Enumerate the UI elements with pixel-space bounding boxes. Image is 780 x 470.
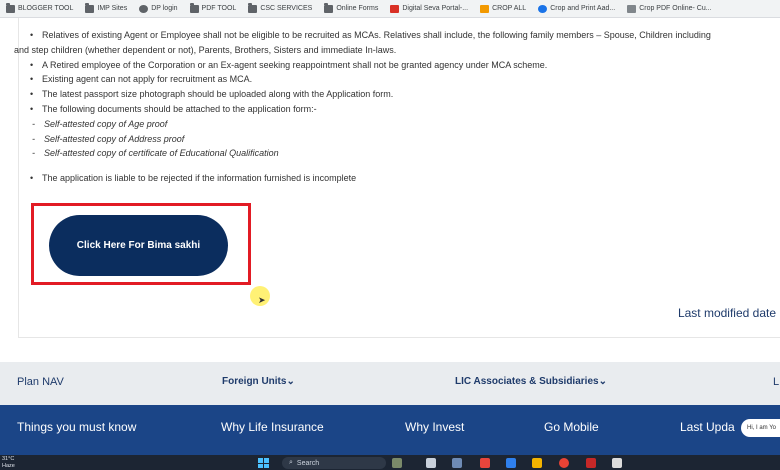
list-item: The application is liable to be rejected… bbox=[28, 171, 780, 186]
list-item: and step children (whether dependent or … bbox=[14, 44, 397, 55]
taskbar: 31°C Haze ⌕ Search bbox=[0, 455, 780, 470]
bookmark-item[interactable]: Crop PDF Online- Cu... bbox=[621, 0, 717, 17]
things-you-must-know-link[interactable]: Things you must know bbox=[17, 420, 136, 434]
folder-icon bbox=[248, 2, 258, 13]
file-explorer-icon[interactable] bbox=[532, 458, 542, 468]
footer-link-cut[interactable]: L bbox=[773, 376, 779, 388]
bookmark-item[interactable]: Online Forms bbox=[318, 0, 384, 17]
chrome-icon[interactable] bbox=[559, 458, 569, 468]
chevron-down-icon: ⌄ bbox=[598, 376, 607, 387]
favicon-icon bbox=[390, 4, 400, 13]
bookmark-item[interactable]: DP login bbox=[133, 0, 183, 17]
last-modified-label: Last modified date bbox=[677, 306, 776, 320]
bookmark-item[interactable]: CSC SERVICES bbox=[242, 0, 318, 17]
list-item: Relatives of existing Agent or Employee … bbox=[28, 28, 780, 43]
globe-icon bbox=[139, 4, 149, 13]
app-icon[interactable] bbox=[452, 458, 462, 468]
list-item: The following documents should be attach… bbox=[28, 102, 780, 117]
edge-icon[interactable] bbox=[506, 458, 516, 468]
bima-sakhi-button[interactable]: Click Here For Bima sakhi bbox=[49, 215, 228, 276]
search-icon: ⌕ bbox=[289, 459, 293, 466]
list-item: Existing agent can not apply for recruit… bbox=[28, 72, 780, 87]
footer-links-light: Plan NAV Foreign Units⌄ LIC Associates &… bbox=[0, 362, 780, 405]
bookmarks-bar: BLOGGER TOOL IMP Sites DP login PDF TOOL… bbox=[0, 0, 780, 18]
cursor-icon: ➤ bbox=[258, 295, 266, 305]
favicon-icon bbox=[538, 4, 548, 13]
app-icon[interactable] bbox=[612, 458, 622, 468]
folder-icon bbox=[189, 2, 199, 13]
bookmark-item[interactable]: BLOGGER TOOL bbox=[0, 0, 79, 17]
folder-icon bbox=[324, 2, 334, 13]
foreign-units-dropdown[interactable]: Foreign Units⌄ bbox=[222, 376, 295, 387]
bookmark-item[interactable]: CROP ALL bbox=[474, 0, 532, 17]
document-item: Self-attested copy of certificate of Edu… bbox=[28, 146, 780, 161]
document-item: Self-attested copy of Address proof bbox=[28, 132, 780, 147]
page-content: Relatives of existing Agent or Employee … bbox=[0, 18, 780, 362]
footer-links-dark: Things you must know Why Life Insurance … bbox=[0, 405, 780, 455]
favicon-icon bbox=[627, 4, 637, 13]
windows-start-icon[interactable] bbox=[258, 458, 269, 468]
eligibility-rules-list: Relatives of existing Agent or Employee … bbox=[14, 28, 780, 186]
bookmark-item[interactable]: IMP Sites bbox=[79, 0, 133, 17]
weather-widget[interactable]: 31°C Haze bbox=[2, 456, 15, 469]
folder-icon bbox=[6, 2, 15, 13]
app-icon[interactable] bbox=[480, 458, 490, 468]
bookmark-item[interactable]: Digital Seva Portal-... bbox=[384, 0, 474, 17]
chevron-down-icon: ⌄ bbox=[286, 376, 295, 387]
document-item: Self-attested copy of Age proof bbox=[28, 117, 780, 132]
list-item: The latest passport size photograph shou… bbox=[28, 87, 780, 102]
app-icon[interactable] bbox=[586, 458, 596, 468]
why-life-insurance-link[interactable]: Why Life Insurance bbox=[221, 420, 324, 434]
go-mobile-link[interactable]: Go Mobile bbox=[544, 420, 599, 434]
widget-icon[interactable] bbox=[392, 458, 402, 468]
chat-widget[interactable]: Hi, I am Yo bbox=[741, 419, 780, 437]
list-item: A Retired employee of the Corporation or… bbox=[28, 58, 780, 73]
folder-icon bbox=[85, 2, 95, 13]
bookmark-item[interactable]: PDF TOOL bbox=[184, 0, 243, 17]
why-invest-link[interactable]: Why Invest bbox=[405, 420, 464, 434]
task-view-icon[interactable] bbox=[426, 458, 436, 468]
favicon-icon bbox=[480, 4, 490, 13]
plan-nav-link[interactable]: Plan NAV bbox=[17, 376, 64, 388]
taskbar-search[interactable]: ⌕ Search bbox=[282, 457, 386, 469]
bookmark-item[interactable]: Crop and Print Aad... bbox=[532, 0, 621, 17]
last-updated-link[interactable]: Last Upda bbox=[680, 420, 735, 434]
lic-associates-dropdown[interactable]: LIC Associates & Subsidiaries⌄ bbox=[455, 376, 607, 387]
